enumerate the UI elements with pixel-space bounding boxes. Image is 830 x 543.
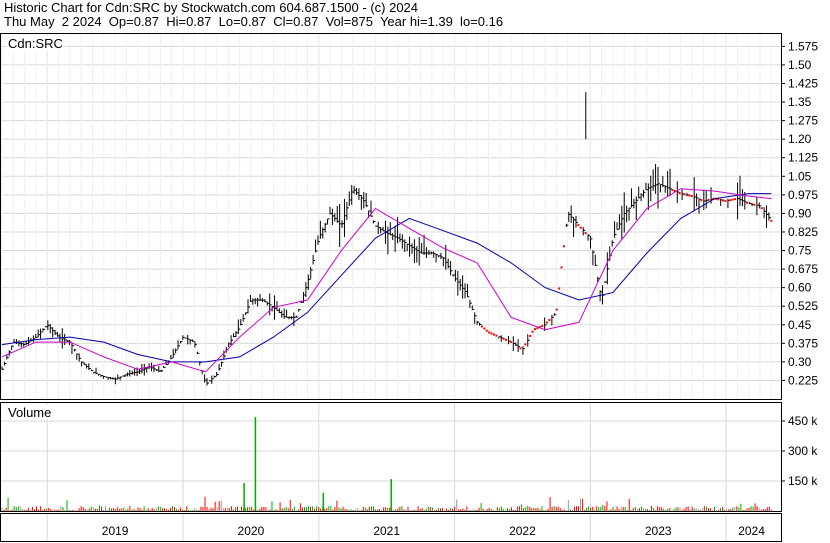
price-tick-dot (531, 330, 534, 333)
price-tick-label: 0.975 (788, 188, 818, 202)
price-tick-dot (502, 337, 505, 340)
price-tick-dot (495, 334, 498, 337)
volume-tick-label: 450 k (788, 414, 818, 428)
price-tick-label: 1.275 (788, 114, 818, 128)
price-tick-dot (519, 347, 522, 350)
price-tick-dot (731, 198, 734, 201)
price-tick-dot (760, 207, 763, 210)
volume-pane-label: Volume (7, 405, 53, 420)
price-tick-dot (492, 333, 495, 336)
price-tick-dot (558, 287, 561, 290)
price-tick-label: 1.05 (788, 169, 812, 183)
price-tick-dot (480, 325, 483, 328)
price-tick-dot (509, 340, 512, 343)
price-tick-label: 0.60 (788, 281, 812, 295)
year-tick-label: 2024 (738, 524, 765, 538)
year-tick-label: 2021 (373, 524, 400, 538)
price-tick-dot (584, 232, 587, 235)
price-tick-dot (753, 203, 756, 206)
price-tick-dot (688, 194, 691, 197)
price-tick-label: 1.35 (788, 95, 812, 109)
price-tick-dot (524, 343, 527, 346)
price-tick-label: 0.45 (788, 318, 812, 332)
price-tick-dot (700, 199, 703, 202)
price-tick-label: 0.525 (788, 299, 818, 313)
price-tick-dot (485, 329, 488, 332)
price-tick-dot (548, 318, 551, 321)
year-tick-label: 2022 (509, 524, 536, 538)
price-tick-label: 0.375 (788, 336, 818, 350)
price-tick-dot (488, 331, 491, 334)
price-tick-dot (746, 201, 749, 204)
price-tick-label: 0.675 (788, 262, 818, 276)
price-tick-dot (722, 199, 725, 202)
price-tick-label: 0.30 (788, 355, 812, 369)
chart-canvas: 1.575 1.50 1.425 1.35 1.275 1.20 1.125 1.05 0.97… (1, 34, 818, 541)
price-tick-dot (734, 198, 737, 201)
year-tick-label: 2023 (645, 524, 672, 538)
price-tick-dot (729, 199, 732, 202)
price-tick-dot (678, 192, 681, 195)
price-tick-dot (690, 194, 693, 197)
price-tick-label: 1.125 (788, 151, 818, 165)
price-tick-dot (529, 334, 532, 337)
volume-tick-label: 300 k (788, 444, 818, 458)
price-tick-dot (683, 193, 686, 196)
price-tick-label: 1.425 (788, 76, 818, 90)
price-tick-dot (490, 332, 493, 335)
price-tick-dot (577, 224, 580, 227)
price-tick-label: 1.50 (788, 58, 812, 72)
price-tick-dot (555, 308, 558, 311)
price-tick-dot (560, 266, 563, 269)
price-tick-dot (541, 325, 544, 328)
price-tick-label: 0.90 (788, 206, 812, 220)
price-tick-label: 0.75 (788, 244, 812, 258)
year-tick-label: 2020 (238, 524, 265, 538)
price-tick-dot (562, 245, 565, 248)
price-tick-dot (770, 219, 773, 222)
price-tick-label: 0.225 (788, 373, 818, 387)
price-tick-dot (724, 199, 727, 202)
price-tick-dot (533, 328, 536, 331)
price-tick-label: 1.575 (788, 39, 818, 53)
price-tick-dot (483, 327, 486, 330)
price-tick-dot (707, 198, 710, 201)
price-tick-dot (505, 338, 508, 341)
year-tick-label: 2019 (102, 524, 129, 538)
price-tick-dot (671, 188, 674, 191)
price-tick-label: 0.825 (788, 225, 818, 239)
price-tick-dot (546, 321, 549, 324)
price-pane-label: Cdn:SRC (7, 36, 64, 51)
volume-tick-label: 150 k (788, 474, 818, 488)
price-tick-label: 1.20 (788, 132, 812, 146)
price-tick-dot (579, 226, 582, 229)
